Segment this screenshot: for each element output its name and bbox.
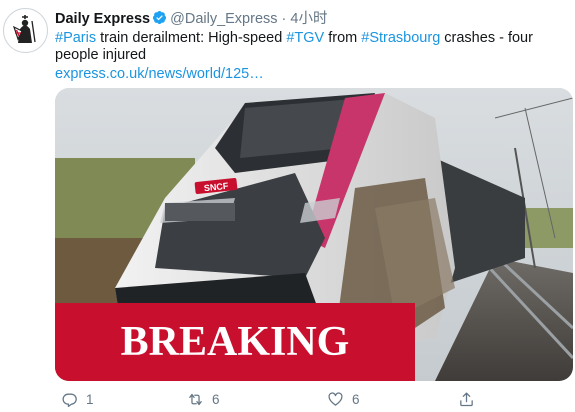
- retweet-button[interactable]: 6: [187, 391, 220, 408]
- article-link[interactable]: express.co.uk/news/world/125…: [55, 66, 264, 82]
- like-count: 6: [352, 392, 360, 407]
- tweet-text-part: from: [324, 30, 362, 46]
- daily-express-crusader-logo: [4, 9, 47, 52]
- like-button[interactable]: 6: [327, 391, 360, 408]
- hashtag-strasbourg[interactable]: #Strasbourg: [361, 30, 440, 46]
- share-button[interactable]: [458, 391, 475, 408]
- reply-icon: [62, 393, 77, 408]
- breaking-banner-text: BREAKING: [121, 319, 350, 365]
- verified-badge-icon: [153, 10, 167, 25]
- tweet-actions: 1 6 6: [55, 391, 567, 411]
- tweet-text-part: train derailment: High-speed: [96, 30, 287, 46]
- retweet-icon: [189, 393, 202, 406]
- reply-count: 1: [86, 392, 94, 407]
- author-display-name[interactable]: Daily Express: [55, 11, 150, 27]
- tweet-timestamp[interactable]: 4小时: [290, 11, 327, 27]
- derailed-train-photo: SNCF BREAKING: [55, 88, 573, 381]
- tweet-header: Daily Express @Daily_Express · 4小时: [55, 10, 328, 28]
- heart-icon: [328, 392, 343, 406]
- share-icon: [460, 392, 473, 407]
- header-separator: ·: [281, 11, 287, 27]
- tweet-text: #Paris train derailment: High-speed #TGV…: [55, 30, 567, 64]
- reply-button[interactable]: 1: [61, 391, 94, 408]
- hashtag-tgv[interactable]: #TGV: [286, 30, 324, 46]
- author-handle[interactable]: @Daily_Express: [170, 11, 277, 27]
- retweet-count: 6: [212, 392, 220, 407]
- author-avatar[interactable]: [3, 8, 48, 53]
- tweet-media-image[interactable]: SNCF BREAKING: [55, 88, 573, 381]
- hashtag-paris[interactable]: #Paris: [55, 30, 96, 46]
